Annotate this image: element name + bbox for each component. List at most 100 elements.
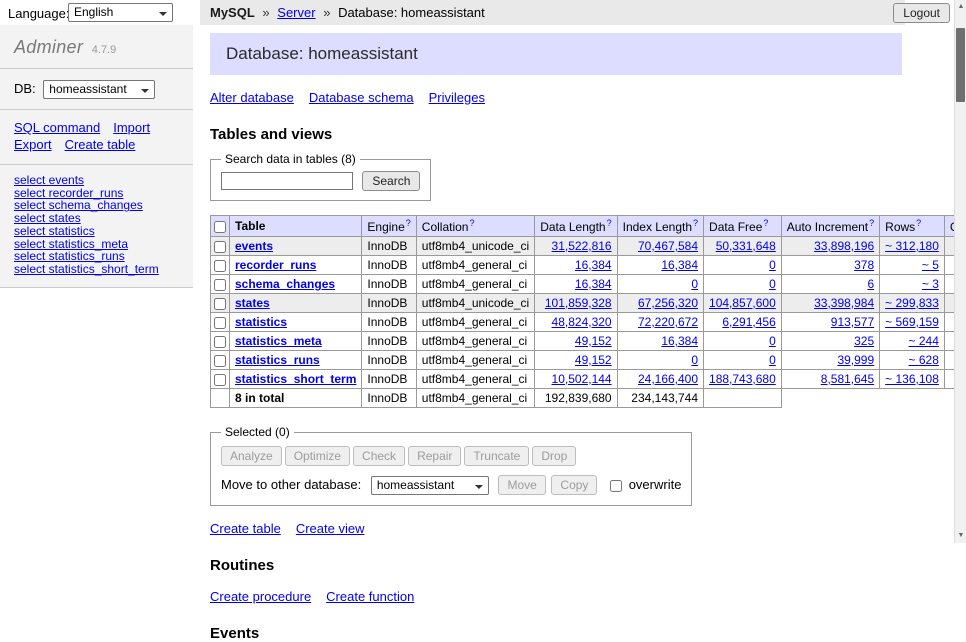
auto-increment-link[interactable]: 378	[854, 258, 874, 272]
index-length-link[interactable]: 24,166,400	[638, 372, 698, 386]
help-icon[interactable]: ?	[763, 218, 768, 228]
auto-increment-link[interactable]: 33,898,196	[814, 239, 874, 253]
drop-button[interactable]: Drop	[532, 446, 576, 466]
search-input[interactable]	[221, 172, 353, 190]
row-checkbox[interactable]	[214, 260, 226, 272]
row-checkbox[interactable]	[214, 241, 226, 253]
optimize-button[interactable]: Optimize	[285, 446, 350, 466]
move-button[interactable]: Move	[498, 475, 545, 495]
rows-link[interactable]: ~ 312,180	[885, 239, 939, 253]
logout-button[interactable]: Logout	[893, 3, 950, 23]
row-checkbox[interactable]	[214, 317, 226, 329]
rows-link[interactable]: ~ 136,108	[885, 372, 939, 386]
table-name-link[interactable]: statistics_short_term	[235, 372, 356, 386]
table-name-link[interactable]: schema_changes	[235, 277, 335, 291]
help-icon[interactable]: ?	[607, 218, 612, 228]
data-free-link[interactable]: 0	[769, 258, 776, 272]
index-length-link[interactable]: 0	[691, 353, 698, 367]
data-free-link[interactable]: 6,291,456	[722, 315, 775, 329]
data-free-link[interactable]: 188,743,680	[709, 372, 776, 386]
index-length-link[interactable]: 70,467,584	[638, 239, 698, 253]
index-length-link[interactable]: 0	[691, 277, 698, 291]
scroll-down-icon[interactable]: ▼	[955, 529, 966, 543]
repair-button[interactable]: Repair	[408, 446, 461, 466]
action-link[interactable]: Create view	[296, 521, 365, 536]
rows-link[interactable]: ~ 3	[922, 277, 939, 291]
data-free-link[interactable]: 50,331,648	[716, 239, 776, 253]
rows-link[interactable]: ~ 628	[909, 353, 939, 367]
overwrite-checkbox[interactable]	[610, 480, 622, 492]
data-free-link[interactable]: 0	[769, 334, 776, 348]
auto-increment-link[interactable]: 39,999	[837, 353, 874, 367]
sidebar-link[interactable]: Import	[113, 120, 150, 135]
analyze-button[interactable]: Analyze	[221, 446, 282, 466]
table-name-link[interactable]: statistics_runs	[235, 353, 320, 367]
sidebar-table-link[interactable]: select statistics	[14, 225, 179, 238]
row-checkbox[interactable]	[214, 298, 226, 310]
row-checkbox[interactable]	[214, 374, 226, 386]
data-length-link[interactable]: 101,859,328	[545, 296, 612, 310]
check-button[interactable]: Check	[353, 446, 405, 466]
help-icon[interactable]: ?	[406, 218, 411, 228]
sidebar-table-link[interactable]: select events	[14, 174, 179, 187]
scroll-up-icon[interactable]: ▲	[955, 0, 966, 14]
sidebar-table-link[interactable]: select statistics_short_term	[14, 263, 179, 276]
auto-increment-link[interactable]: 6	[867, 277, 874, 291]
sidebar-link[interactable]: Create table	[65, 137, 136, 152]
index-length-link[interactable]: 16,384	[661, 258, 698, 272]
action-link[interactable]: Alter database	[210, 90, 294, 105]
sidebar-link[interactable]: SQL command	[14, 120, 100, 135]
row-checkbox[interactable]	[214, 279, 226, 291]
help-icon[interactable]: ?	[869, 218, 874, 228]
data-length-link[interactable]: 48,824,320	[552, 315, 612, 329]
index-length-link[interactable]: 72,220,672	[638, 315, 698, 329]
sidebar-link[interactable]: Export	[14, 137, 52, 152]
auto-increment-link[interactable]: 913,577	[831, 315, 874, 329]
scrollbar-thumb[interactable]	[956, 28, 965, 102]
row-checkbox[interactable]	[214, 355, 226, 367]
data-length-link[interactable]: 16,384	[575, 277, 612, 291]
action-link[interactable]: Privileges	[429, 90, 485, 105]
row-checkbox[interactable]	[214, 336, 226, 348]
action-link[interactable]: Database schema	[309, 90, 414, 105]
select-all-checkbox[interactable]	[214, 221, 226, 233]
action-link[interactable]: Create procedure	[210, 589, 311, 604]
help-icon[interactable]: ?	[469, 218, 474, 228]
sidebar-table-link[interactable]: select states	[14, 212, 179, 225]
data-length-link[interactable]: 10,502,144	[552, 372, 612, 386]
data-length-link[interactable]: 16,384	[575, 258, 612, 272]
action-link[interactable]: Create table	[210, 521, 281, 536]
rows-link[interactable]: ~ 244	[909, 334, 939, 348]
auto-increment-link[interactable]: 8,581,645	[821, 372, 874, 386]
scrollbar[interactable]: ▲ ▼	[954, 0, 966, 543]
index-length-link[interactable]: 67,256,320	[638, 296, 698, 310]
data-free-link[interactable]: 0	[769, 353, 776, 367]
data-length-link[interactable]: 49,152	[575, 353, 612, 367]
data-length-link[interactable]: 49,152	[575, 334, 612, 348]
data-free-link[interactable]: 104,857,600	[709, 296, 776, 310]
help-icon[interactable]: ?	[693, 218, 698, 228]
rows-link[interactable]: ~ 5	[922, 258, 939, 272]
truncate-button[interactable]: Truncate	[464, 446, 529, 466]
breadcrumb-mysql-link[interactable]: MySQL	[210, 5, 255, 20]
move-db-select[interactable]: homeassistant	[371, 476, 489, 495]
table-name-link[interactable]: recorder_runs	[235, 258, 316, 272]
auto-increment-link[interactable]: 325	[854, 334, 874, 348]
search-button[interactable]: Search	[362, 171, 420, 191]
rows-link[interactable]: ~ 299,833	[885, 296, 939, 310]
rows-link[interactable]: ~ 569,159	[885, 315, 939, 329]
auto-increment-link[interactable]: 33,398,984	[814, 296, 874, 310]
index-length-link[interactable]: 16,384	[661, 334, 698, 348]
data-free-link[interactable]: 0	[769, 277, 776, 291]
help-icon[interactable]: ?	[916, 218, 921, 228]
action-link[interactable]: Create function	[326, 589, 414, 604]
data-length-link[interactable]: 31,522,816	[552, 239, 612, 253]
db-select[interactable]: homeassistant	[43, 80, 155, 99]
table-name-link[interactable]: events	[235, 239, 273, 253]
language-select[interactable]: English	[68, 3, 173, 22]
table-name-link[interactable]: statistics_meta	[235, 334, 322, 348]
copy-button[interactable]: Copy	[551, 475, 597, 495]
table-name-link[interactable]: statistics	[235, 315, 287, 329]
table-name-link[interactable]: states	[235, 296, 270, 310]
breadcrumb-server-link[interactable]: Server	[277, 5, 315, 20]
